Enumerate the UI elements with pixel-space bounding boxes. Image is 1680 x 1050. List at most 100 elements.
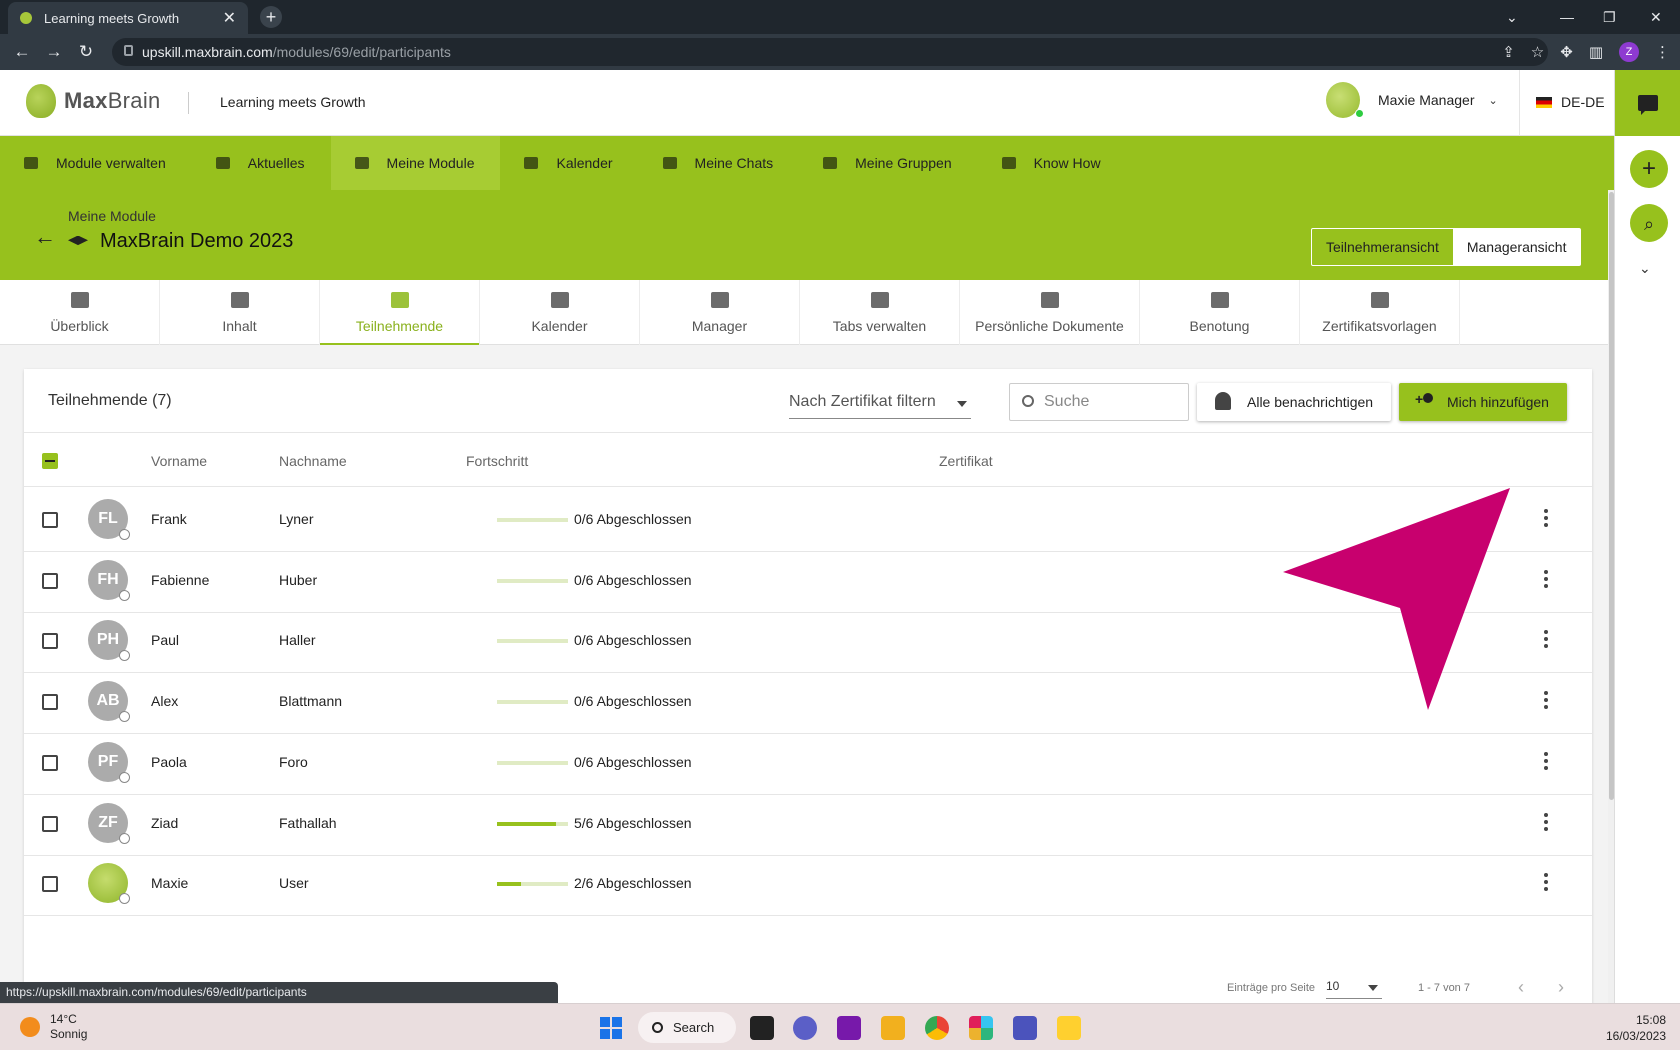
temperature: 14°C	[50, 1012, 77, 1026]
bookmark-star-icon[interactable]: ☆	[1531, 43, 1544, 61]
module-tab[interactable]: Tabs verwalten	[800, 280, 960, 345]
more-options-icon[interactable]	[1544, 691, 1548, 711]
add-me-button[interactable]: Mich hinzufügen	[1399, 383, 1567, 421]
previous-page-icon[interactable]: ‹	[1518, 977, 1524, 998]
taskbar-search[interactable]: Search	[638, 1012, 736, 1043]
row-checkbox[interactable]	[42, 572, 58, 589]
row-checkbox[interactable]	[42, 754, 58, 771]
main-nav-item[interactable]: Meine Module	[330, 136, 501, 190]
profile-avatar[interactable]: Z	[1619, 42, 1639, 62]
teams-chat-icon[interactable]	[793, 1016, 817, 1040]
main-nav-item[interactable]: Module verwalten	[0, 136, 192, 190]
book-icon	[1001, 157, 1016, 169]
module-tab[interactable]: Benotung	[1140, 280, 1300, 345]
module-tab[interactable]: Inhalt	[160, 280, 320, 345]
module-tab[interactable]: Manager	[640, 280, 800, 345]
row-checkbox[interactable]	[42, 633, 58, 650]
table-row[interactable]: PF Paola Foro 0/6 Abgeschlossen	[24, 730, 1592, 795]
reload-icon[interactable]: ↻	[70, 42, 102, 62]
module-tab-label: Persönliche Dokumente	[975, 317, 1124, 334]
row-checkbox[interactable]	[42, 815, 58, 832]
column-progress[interactable]: Fortschritt	[466, 453, 528, 469]
module-tab[interactable]: Kalender	[480, 280, 640, 345]
close-window-icon[interactable]: ✕	[1650, 0, 1662, 34]
search-placeholder: Suche	[1044, 393, 1090, 410]
maxbrain-logo[interactable]: MaxBrain	[26, 84, 161, 118]
breadcrumb[interactable]: Meine Module	[68, 208, 156, 224]
more-options-icon[interactable]	[1544, 630, 1548, 650]
user-menu[interactable]: Maxie Manager ⌄	[1326, 82, 1498, 118]
row-checkbox[interactable]	[42, 694, 58, 711]
module-tab-label: Manager	[691, 317, 748, 334]
windows-start-icon[interactable]	[600, 1017, 622, 1039]
system-clock[interactable]: 15:08 16/03/2023	[1606, 1012, 1666, 1044]
column-last-name[interactable]: Nachname	[279, 453, 347, 469]
more-options-icon[interactable]	[1544, 509, 1548, 529]
task-view-icon[interactable]	[750, 1016, 774, 1040]
avatar-initials: AB	[96, 692, 120, 710]
share-icon[interactable]: ⇪	[1502, 43, 1515, 61]
new-tab-button[interactable]: +	[260, 6, 282, 28]
certificate-filter-select[interactable]: Nach Zertifikat filtern	[789, 393, 971, 419]
participant-view-button[interactable]: Teilnehmeransicht	[1312, 229, 1453, 265]
notify-all-button[interactable]: Alle benachrichtigen	[1197, 383, 1391, 421]
per-page-select[interactable]: 10	[1326, 979, 1382, 999]
back-icon[interactable]: ←	[6, 42, 38, 62]
global-search-button[interactable]: ⌕	[1630, 204, 1668, 242]
group-icon	[823, 157, 838, 169]
slack-icon[interactable]	[969, 1016, 993, 1040]
restore-icon[interactable]: ❐	[1603, 0, 1616, 34]
table-row[interactable]: Maxie User 2/6 Abgeschlossen	[24, 851, 1592, 917]
row-checkbox[interactable]	[42, 876, 58, 893]
progress-text: 0/6 Abgeschlossen	[574, 632, 692, 649]
row-checkbox[interactable]	[42, 512, 58, 528]
chrome-icon[interactable]	[925, 1016, 949, 1040]
tab-search-icon[interactable]: ⌄	[1506, 0, 1518, 34]
main-nav-item[interactable]: Kalender	[500, 136, 638, 190]
back-arrow-icon[interactable]: ←	[34, 224, 56, 250]
forward-icon[interactable]: →	[38, 42, 70, 62]
main-nav-item[interactable]: Meine Gruppen	[799, 136, 978, 190]
select-all-checkbox[interactable]	[42, 453, 58, 469]
minimize-icon[interactable]: —	[1560, 0, 1574, 34]
more-options-icon[interactable]	[1544, 751, 1548, 772]
main-nav-item[interactable]: Know How	[978, 136, 1127, 190]
logo-text-bold: Max	[64, 88, 108, 113]
onenote-icon[interactable]	[837, 1016, 861, 1040]
table-row[interactable]: ZF Ziad Fathallah 5/6 Abgeschlossen	[24, 791, 1592, 856]
module-tab-label: Kalender	[531, 317, 588, 334]
create-button[interactable]: +	[1630, 150, 1668, 188]
manager-view-button[interactable]: Manageransicht	[1452, 229, 1581, 265]
search-input[interactable]: Suche	[1009, 383, 1189, 421]
module-tab[interactable]: Persönliche Dokumente	[960, 280, 1140, 345]
more-options-icon[interactable]	[1544, 569, 1548, 590]
chat-panel-button[interactable]	[1615, 70, 1680, 136]
browser-tab[interactable]: Learning meets Growth ✕	[8, 2, 248, 34]
teams-icon[interactable]	[1013, 1016, 1037, 1040]
chevron-down-icon[interactable]: ⌄	[1639, 260, 1651, 277]
app-header: MaxBrain Learning meets Growth Maxie Man…	[0, 70, 1614, 136]
language-selector[interactable]: DE-DE	[1536, 94, 1605, 110]
module-tab[interactable]: Teilnehmende	[320, 280, 480, 345]
address-bar[interactable]: upskill.maxbrain.com/modules/69/edit/par…	[112, 38, 1548, 66]
language-label: DE-DE	[1561, 94, 1605, 110]
module-tab[interactable]: Zertifikatsvorlagen	[1300, 280, 1460, 345]
miro-icon[interactable]	[1057, 1016, 1081, 1040]
column-certificate[interactable]: Zertifikat	[939, 453, 993, 469]
first-name-cell: Paul	[151, 632, 180, 649]
first-name-cell: Alex	[151, 693, 179, 710]
more-options-icon[interactable]	[1544, 873, 1548, 893]
main-nav-item[interactable]: Aktuelles	[192, 136, 331, 190]
close-tab-icon[interactable]: ✕	[223, 8, 236, 28]
column-first-name[interactable]: Vorname	[151, 453, 207, 469]
weather-widget[interactable]: 14°C Sonnig	[20, 1012, 87, 1042]
side-panel-icon[interactable]: ▥	[1589, 43, 1603, 61]
main-nav-item[interactable]: Meine Chats	[639, 136, 800, 190]
module-tab[interactable]: Überblick	[0, 280, 160, 345]
browser-menu-icon[interactable]: ⋮	[1655, 43, 1670, 61]
next-page-icon[interactable]: ›	[1558, 977, 1564, 998]
extensions-icon[interactable]: ✥	[1560, 43, 1573, 61]
more-options-icon[interactable]	[1544, 812, 1548, 833]
file-explorer-icon[interactable]	[881, 1016, 905, 1040]
main-nav-label: Kalender	[556, 155, 613, 171]
